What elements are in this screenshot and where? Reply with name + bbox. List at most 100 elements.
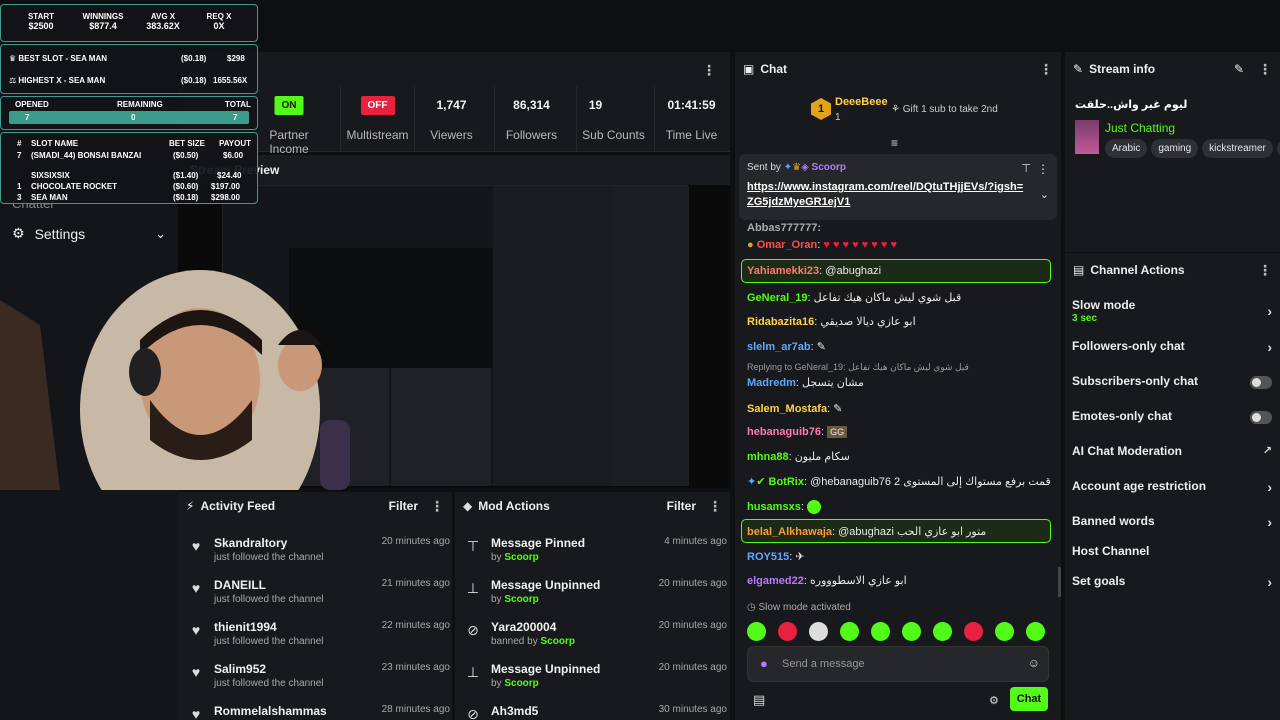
list-item[interactable]: ♥ Rommelalshammas 28 minutes ago: [188, 702, 450, 720]
timestamp: 30 minutes ago: [658, 704, 727, 715]
chat-message[interactable]: mhna88: سكام مليون: [747, 450, 850, 463]
list-item[interactable]: ♥ DANEILL just followed the channel 21 m…: [188, 576, 450, 618]
emote-icon[interactable]: [902, 622, 921, 641]
slow-mode-setting[interactable]: Slow mode 3 sec ›: [1072, 298, 1272, 326]
bird-emote-icon: ✈: [795, 551, 805, 563]
chat-bubble-icon: ▣: [743, 62, 755, 76]
stat-multistream: OFF Multistream: [340, 86, 414, 152]
host-channel-setting[interactable]: Host Channel: [1072, 544, 1272, 564]
tag[interactable]: gaming: [1151, 139, 1199, 158]
stat-label: Viewers: [430, 128, 473, 142]
activity-feed-panel: ⚡ Activity Feed Filter ⋮ ♥ Skandraltory …: [178, 492, 452, 720]
emote-icon[interactable]: [778, 622, 797, 641]
list-item[interactable]: ♥ Skandraltory just followed the channel…: [188, 534, 450, 576]
pinned-sender: Sent by ✦♛◈ Scoorp: [747, 162, 846, 173]
list-item[interactable]: ♥ thienit1994 just followed the channel …: [188, 618, 450, 660]
status-badge[interactable]: ON: [274, 96, 304, 115]
list-item[interactable]: ⊥ Message Unpinned by Scoorp 20 minutes …: [465, 576, 727, 618]
kebab-menu-icon[interactable]: ⋮: [1258, 61, 1272, 78]
tag[interactable]: Arabic: [1105, 139, 1148, 158]
chat-message[interactable]: GeNeral_19: قبل شوي ليش ماكان هيك تفاعل: [747, 291, 961, 304]
status-badge[interactable]: OFF: [360, 96, 395, 115]
chat-message[interactable]: slelm_ar7ab: ✎: [747, 340, 826, 353]
list-item[interactable]: ⊤ Message Pinned by Scoorp 4 minutes ago: [465, 534, 727, 576]
column-header: SLOT NAME: [31, 139, 79, 148]
chat-input-box[interactable]: ● Send a message ☺: [747, 646, 1049, 682]
age-restriction-setting[interactable]: Account age restriction ›: [1072, 479, 1272, 499]
chat-message[interactable]: ● Omar_Oran: ♥ ♥ ♥ ♥ ♥ ♥ ♥ ♥: [747, 239, 897, 251]
tag[interactable]: kickstreamer: [1202, 139, 1273, 158]
chat-message[interactable]: Salem_Mostafa: ✎: [747, 402, 842, 415]
send-chat-button[interactable]: Chat: [1010, 687, 1048, 711]
gift-prompt[interactable]: ⚘ Gift 1 sub to take 2nd: [891, 104, 998, 115]
filter-button[interactable]: Filter: [667, 499, 696, 513]
stats-menu-icon[interactable]: ⋮: [702, 62, 716, 79]
heart-icon: ♥: [191, 580, 201, 596]
microphone-icon[interactable]: ●: [760, 656, 768, 671]
emote-icon[interactable]: [871, 622, 890, 641]
chat-panel: ▣ Chat ⋮ 1 DeeeBeee 1 ⚘ Gift 1 sub to ta…: [735, 52, 1061, 720]
mod-action-name: Message Unpinned: [491, 662, 601, 676]
chat-message[interactable]: belal_Alkhawaja: @abughazi متور ابو عازي…: [747, 525, 986, 538]
slow-mode-value: 3 sec: [1072, 313, 1098, 324]
kebab-menu-icon[interactable]: ⋮: [1039, 61, 1053, 78]
kebab-menu-icon[interactable]: ⋮: [430, 498, 444, 515]
chat-scrollbar[interactable]: [1058, 567, 1061, 597]
chat-input-placeholder[interactable]: Send a message: [782, 658, 865, 670]
emote-icon[interactable]: [933, 622, 952, 641]
emote-icon[interactable]: [964, 622, 983, 641]
emote-icon[interactable]: [995, 622, 1014, 641]
list-item[interactable]: ♥ Salim952 just followed the channel 23 …: [188, 660, 450, 702]
stat-label: Multistream: [346, 128, 409, 142]
banned-words-setting[interactable]: Banned words ›: [1072, 514, 1272, 534]
chat-message[interactable]: Ridabazita16: ابو عازي ديالا صديقي: [747, 315, 916, 328]
list-item[interactable]: ⊘ Ah3md5 30 minutes ago: [465, 702, 727, 720]
top-gifter-name[interactable]: DeeeBeee: [835, 96, 888, 108]
ai-moderation-setting[interactable]: AI Chat Moderation ↗: [1072, 444, 1272, 464]
slow-mode-notice: ◷ Slow mode activated: [747, 602, 851, 613]
list-item[interactable]: ⊥ Message Unpinned by Scoorp 20 minutes …: [465, 660, 727, 702]
list-item[interactable]: ⊘ Yara200004 banned by Scoorp 20 minutes…: [465, 618, 727, 660]
chat-message[interactable]: Madredm: مشان يتسجل: [747, 376, 864, 389]
store-icon[interactable]: ▤: [753, 692, 765, 708]
gear-icon[interactable]: ⚙: [989, 694, 999, 707]
pinned-link[interactable]: https://www.instagram.com/reel/DQtuTHjjE…: [747, 180, 1027, 210]
emote-icon[interactable]: [840, 622, 859, 641]
subscribers-only-setting[interactable]: Subscribers-only chat: [1072, 374, 1272, 394]
emotes-only-setting[interactable]: Emotes-only chat: [1072, 409, 1272, 429]
mod-action-name: Message Unpinned: [491, 578, 601, 592]
total-label: TOTAL: [225, 100, 251, 109]
emoji-icon[interactable]: ☺: [1028, 656, 1040, 670]
top-gifter-count: 1: [835, 112, 841, 123]
kebab-menu-icon[interactable]: ⋮: [708, 498, 722, 515]
chevron-down-icon[interactable]: ⌄: [1040, 188, 1049, 201]
kebab-menu-icon[interactable]: ⋮: [1037, 162, 1049, 176]
emote-icon[interactable]: [809, 622, 828, 641]
pinned-message[interactable]: Sent by ✦♛◈ Scoorp ⊤ ⋮ https://www.insta…: [739, 154, 1057, 220]
set-goals-setting[interactable]: Set goals ›: [1072, 574, 1272, 594]
followers-only-setting[interactable]: Followers-only chat ›: [1072, 339, 1272, 359]
kebab-menu-icon[interactable]: ⋮: [1258, 262, 1272, 279]
emote-icon[interactable]: [1026, 622, 1045, 641]
emote-icon[interactable]: [747, 622, 766, 641]
emotes-only-toggle[interactable]: [1250, 411, 1272, 424]
category-name[interactable]: Just Chatting: [1105, 121, 1175, 135]
chat-message[interactable]: husamsxs:: [747, 500, 821, 514]
timestamp: 20 minutes ago: [658, 662, 727, 673]
chat-message[interactable]: hebanaguib76: GG: [747, 426, 848, 438]
preview-mod: [391, 368, 491, 486]
subscribers-only-toggle[interactable]: [1250, 376, 1272, 389]
pin-icon: ⊤: [466, 538, 480, 554]
chat-message[interactable]: Abbas777777:: [747, 222, 821, 234]
filter-button[interactable]: Filter: [389, 499, 418, 513]
panel-title: Activity Feed: [200, 499, 276, 513]
chevron-up-icon[interactable]: ≡: [891, 136, 898, 150]
ban-icon: ⊘: [467, 706, 479, 720]
activity-description: just followed the channel: [214, 636, 324, 647]
chat-message[interactable]: elgamed22: ابو عازي الاسطوووره: [747, 574, 907, 587]
pin-icon[interactable]: ⊤: [1021, 162, 1031, 175]
chat-message[interactable]: Yahiamekki23: @abughazi: [747, 265, 881, 277]
chat-message[interactable]: ✦✔ BotRix: @hebanaguib76 قمت برفع مستواك…: [747, 475, 1051, 488]
edit-icon[interactable]: ✎: [1234, 62, 1244, 76]
chat-message[interactable]: ROY515: ✈: [747, 550, 805, 563]
